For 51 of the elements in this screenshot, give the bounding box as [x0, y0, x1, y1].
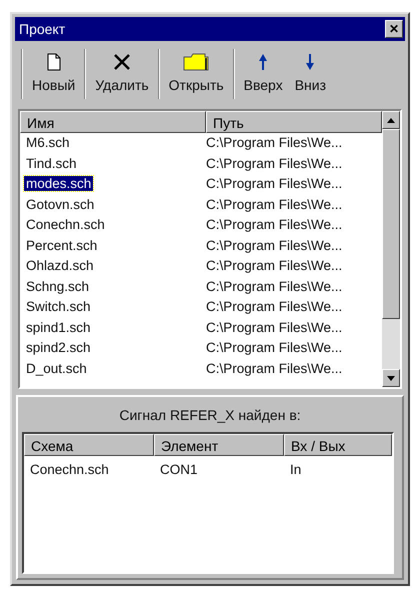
toolbar-button[interactable]: Удалить: [89, 45, 155, 103]
file-path: C:\Program Files\We...: [206, 298, 344, 316]
file-name[interactable]: D_out.sch: [24, 360, 89, 376]
column-header[interactable]: Схема: [24, 434, 154, 456]
file-path: C:\Program Files\We...: [206, 278, 344, 296]
file-name[interactable]: Gotovn.sch: [24, 196, 96, 212]
up-triangle-icon: [387, 118, 395, 122]
file-name[interactable]: Switch.sch: [24, 299, 93, 314]
file-name[interactable]: Tind.sch: [24, 156, 79, 171]
toolbar-button[interactable]: Открыть: [162, 45, 230, 103]
file-path: C:\Program Files\We...: [206, 318, 344, 337]
column-header[interactable]: Имя: [20, 111, 206, 133]
scroll-down-button[interactable]: [382, 369, 400, 387]
file-path: C:\Program Files\We...: [206, 196, 344, 214]
file-path: C:\Program Files\We...: [206, 236, 344, 255]
file-name[interactable]: modes.sch: [24, 176, 94, 192]
column-header[interactable]: Элемент: [154, 434, 284, 456]
file-name[interactable]: Conechn.sch: [24, 217, 107, 232]
toolbar-button[interactable]: Вверх: [238, 45, 289, 103]
down-arrow-icon: [305, 52, 316, 70]
file-name[interactable]: spind1.sch: [24, 320, 93, 335]
file-name[interactable]: Ohlazd.sch: [24, 258, 96, 274]
table-cell-text: CON1: [159, 461, 199, 480]
file-path: C:\Program Files\We...: [206, 257, 344, 276]
table-cell-text: Conechn.sch: [29, 461, 110, 480]
file-name[interactable]: Schng.sch: [24, 278, 92, 294]
file-path: C:\Program Files\We...: [206, 134, 344, 152]
scroll-thumb[interactable]: [382, 129, 400, 319]
toolbar-button[interactable]: Новый: [26, 45, 82, 103]
scroll-up-button[interactable]: [382, 111, 400, 129]
toolbar-button[interactable]: Вниз: [288, 45, 332, 103]
file-name[interactable]: spind2.sch: [24, 340, 93, 356]
window-title: Проект: [19, 20, 66, 39]
file-path: C:\Program Files\We...: [206, 339, 344, 358]
document-icon: [46, 52, 61, 70]
table-cell-text: In: [289, 461, 302, 480]
scrollbar[interactable]: [382, 111, 400, 387]
column-header[interactable]: Путь: [206, 111, 382, 133]
column-header[interactable]: Вх / Вых: [284, 434, 392, 456]
cross-icon: [112, 52, 131, 70]
folder-icon: [183, 52, 210, 70]
file-name[interactable]: Percent.sch: [24, 238, 100, 253]
file-path: C:\Program Files\We...: [206, 154, 344, 173]
signal-caption: Сигнал REFER_X найден в:: [118, 406, 302, 425]
file-path: C:\Program Files\We...: [206, 216, 344, 234]
file-path: C:\Program Files\We...: [206, 360, 344, 378]
up-arrow-icon: [258, 52, 268, 70]
close-button[interactable]: ✕: [385, 20, 403, 38]
file-name[interactable]: M6.sch: [24, 135, 72, 150]
down-triangle-icon: [387, 376, 395, 380]
file-path: C:\Program Files\We...: [206, 175, 344, 194]
